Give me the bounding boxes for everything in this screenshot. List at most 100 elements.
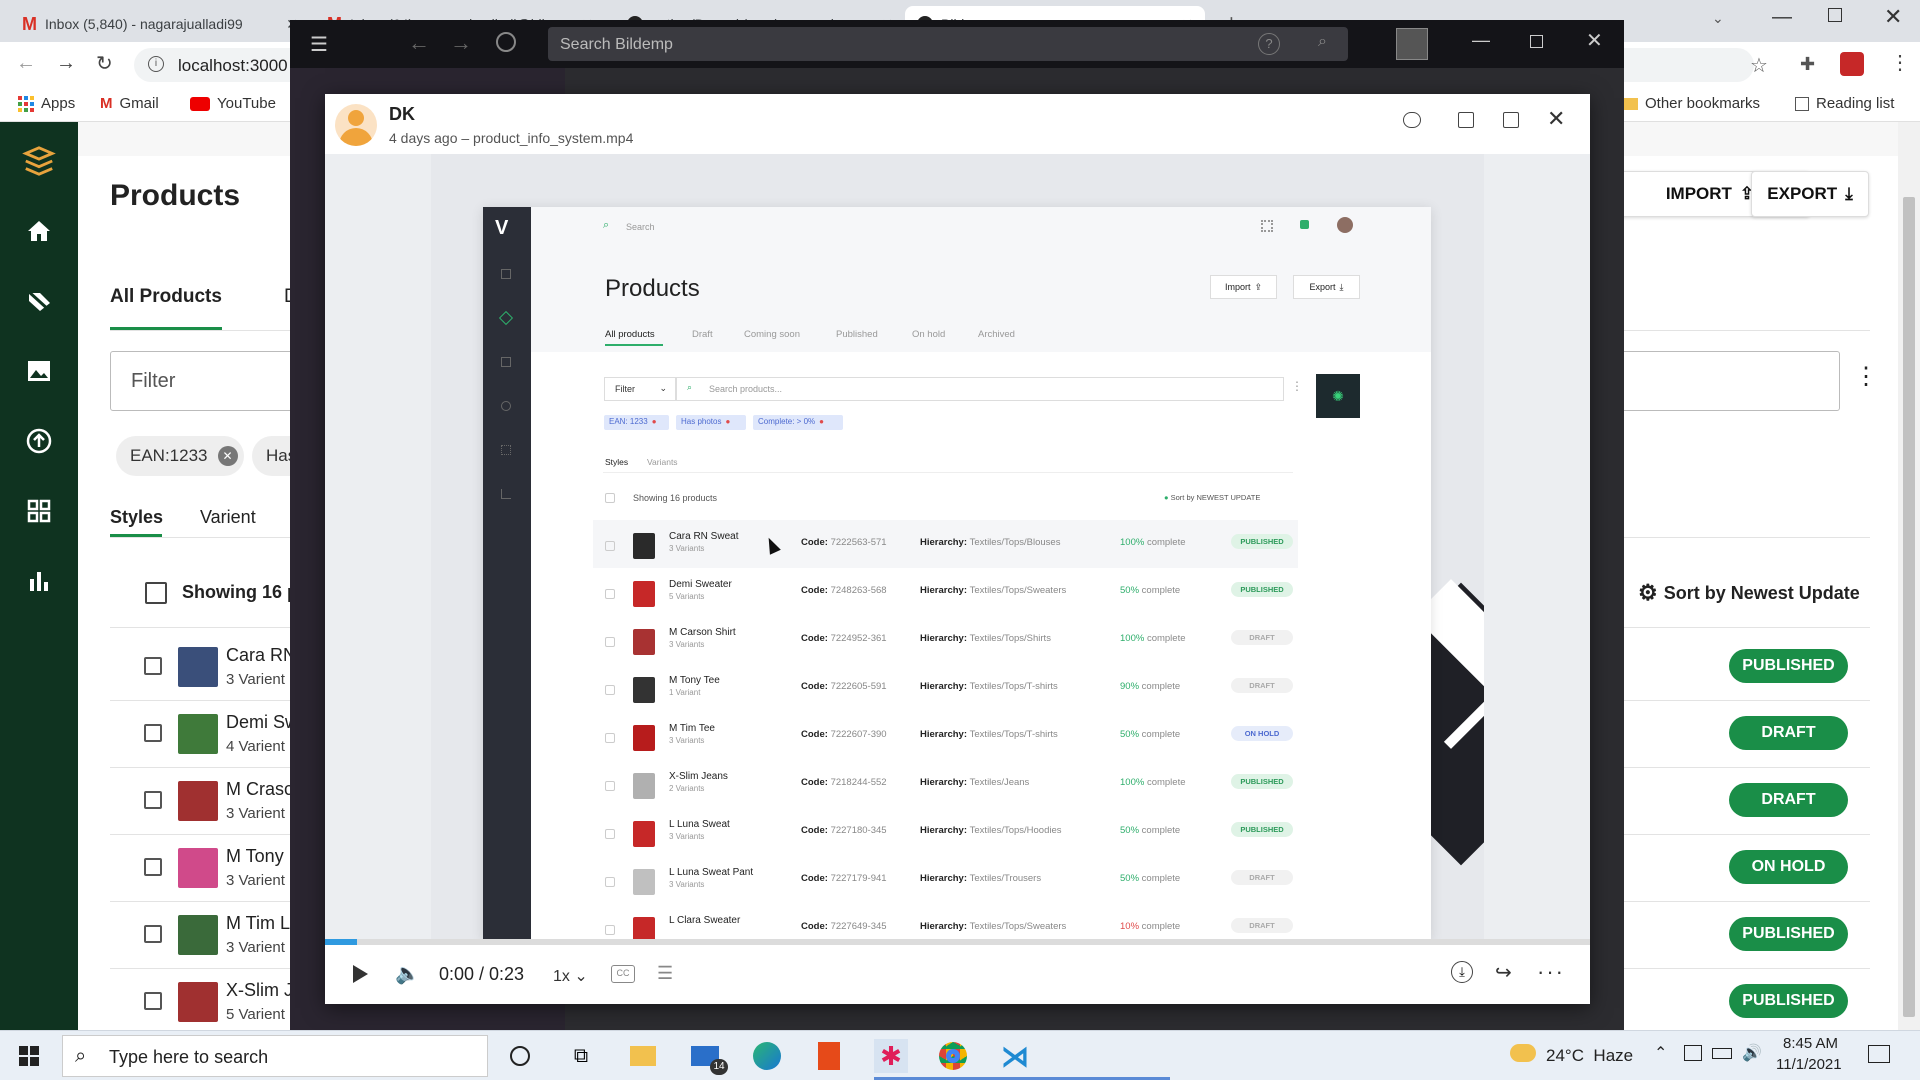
product-name[interactable]: M Tony xyxy=(226,846,284,867)
bookmark-other[interactable]: Other bookmarks xyxy=(1622,95,1760,112)
chip-remove-icon[interactable]: ✕ xyxy=(217,446,238,466)
back-button[interactable]: ← xyxy=(16,52,36,75)
speed-select[interactable]: 1x ⌄ xyxy=(553,966,588,986)
bookmark-apps[interactable]: Apps xyxy=(18,95,75,112)
taskbar-search[interactable]: ⌕ Type here to search xyxy=(62,1035,488,1077)
play-button[interactable] xyxy=(353,965,368,983)
info-icon[interactable]: i xyxy=(148,56,164,72)
network-icon[interactable] xyxy=(1684,1045,1702,1061)
task-view-icon[interactable]: ⧉ xyxy=(564,1039,598,1073)
vscode-icon[interactable]: ⋊ xyxy=(998,1039,1032,1073)
product-name[interactable]: M Crasc xyxy=(226,779,293,800)
forward-button[interactable]: → xyxy=(56,52,76,75)
help-icon[interactable]: ? xyxy=(1258,33,1280,55)
row-checkbox[interactable] xyxy=(144,724,162,742)
weather-icon[interactable] xyxy=(1510,1044,1536,1062)
bookmark-star-icon[interactable]: ☆ xyxy=(1750,53,1768,78)
bookmark-gmail[interactable]: M Gmail xyxy=(100,95,159,112)
captions-icon[interactable]: CC xyxy=(611,965,635,983)
row-checkbox[interactable] xyxy=(144,791,162,809)
chip-ean[interactable]: EAN:1233 ✕ xyxy=(116,436,244,476)
status-badge[interactable]: DRAFT xyxy=(1729,716,1848,750)
restore-window-button[interactable] xyxy=(1828,8,1842,22)
video-product-variants: 2 Variants xyxy=(669,784,705,793)
page-scrollbar[interactable] xyxy=(1898,122,1920,1030)
status-badge[interactable]: ON HOLD xyxy=(1729,850,1848,884)
status-badge[interactable]: PUBLISHED xyxy=(1729,649,1848,683)
select-all-checkbox[interactable] xyxy=(145,582,167,604)
copy-icon[interactable] xyxy=(1458,112,1474,128)
open-external-icon[interactable] xyxy=(1503,112,1519,128)
viewer-maximize-button[interactable] xyxy=(1530,35,1543,48)
start-button[interactable] xyxy=(12,1039,46,1073)
home-icon[interactable] xyxy=(22,214,56,248)
row-checkbox[interactable] xyxy=(144,858,162,876)
sort-control[interactable]: ⚙ Sort by Newest Update xyxy=(1638,580,1860,606)
subtab-varient[interactable]: Varient xyxy=(200,507,256,528)
close-window-button[interactable]: ✕ xyxy=(1884,4,1902,30)
share-icon[interactable]: ↪ xyxy=(1495,960,1512,985)
scrollbar-thumb[interactable] xyxy=(1903,197,1915,1017)
product-name[interactable]: Demi Sw xyxy=(226,712,298,733)
tab-gmail-1[interactable]: M Inbox (5,840) - nagarajualladi99 ✕ xyxy=(10,6,310,42)
notification-icon[interactable] xyxy=(1868,1045,1890,1063)
cortana-icon[interactable] xyxy=(503,1039,537,1073)
logo-icon[interactable] xyxy=(22,144,56,178)
edge-icon[interactable] xyxy=(750,1039,784,1073)
comment-icon[interactable] xyxy=(1403,112,1421,128)
more-icon[interactable]: ··· xyxy=(1537,959,1565,985)
more-options-icon[interactable]: ⋮ xyxy=(1854,362,1878,391)
product-name[interactable]: Cara RN xyxy=(226,645,296,666)
bookmark-reading-list[interactable]: Reading list xyxy=(1795,95,1894,112)
slack-icon[interactable]: ✱ xyxy=(874,1039,908,1073)
tab-search-icon[interactable]: ⌄ xyxy=(1712,10,1724,27)
image-icon[interactable] xyxy=(22,354,56,388)
minimize-window-button[interactable]: — xyxy=(1772,6,1792,29)
product-name[interactable]: X-Slim J xyxy=(226,980,293,1001)
mail-icon[interactable]: 14 xyxy=(688,1039,728,1075)
clock-time[interactable]: 8:45 AM xyxy=(1783,1035,1838,1052)
user-avatar[interactable] xyxy=(1396,28,1428,60)
row-checkbox[interactable] xyxy=(144,657,162,675)
export-button[interactable]: EXPORT ⤓ xyxy=(1751,171,1869,217)
upload-circle-icon[interactable] xyxy=(22,424,56,458)
reload-button[interactable]: ↻ xyxy=(96,51,113,76)
extensions-icon[interactable]: ✚ xyxy=(1800,54,1815,75)
tray-chevron-icon[interactable]: ⌃ xyxy=(1654,1043,1667,1063)
profile-avatar[interactable] xyxy=(1840,52,1864,76)
tab-all-products[interactable]: All Products xyxy=(110,286,222,308)
viewer-close-button[interactable]: ✕ xyxy=(1586,28,1603,53)
history-icon[interactable] xyxy=(496,32,516,52)
bar-chart-icon[interactable] xyxy=(22,564,56,598)
status-badge[interactable]: PUBLISHED xyxy=(1729,984,1848,1018)
battery-icon[interactable] xyxy=(1712,1048,1732,1059)
row-checkbox[interactable] xyxy=(144,992,162,1010)
row-checkbox[interactable] xyxy=(144,925,162,943)
status-badge[interactable]: DRAFT xyxy=(1729,783,1848,817)
forward-icon[interactable]: → xyxy=(450,30,472,56)
back-icon[interactable]: ← xyxy=(408,30,430,56)
volume-icon[interactable]: 🔈 xyxy=(395,961,420,986)
office-icon[interactable] xyxy=(812,1039,846,1073)
status-badge[interactable]: PUBLISHED xyxy=(1729,917,1848,951)
bookmark-youtube[interactable]: YouTube xyxy=(190,95,276,112)
chrome-icon[interactable] xyxy=(936,1039,970,1073)
download-icon[interactable]: ⤓ xyxy=(1451,961,1473,983)
weather-text[interactable]: 24°C Haze xyxy=(1546,1046,1633,1066)
subtab-styles[interactable]: Styles xyxy=(110,507,163,528)
viewer-search-bar[interactable]: Search Bildemp ? ⌕ xyxy=(548,27,1348,61)
dashboard-grid-icon[interactable] xyxy=(22,494,56,528)
volume-tray-icon[interactable]: 🔊 xyxy=(1742,1043,1762,1063)
hamburger-menu-icon[interactable]: ☰ xyxy=(310,32,328,57)
product-name[interactable]: M Tim L xyxy=(226,913,290,934)
video-product-variants: 3 Variants xyxy=(669,640,705,649)
search-icon[interactable]: ⌕ xyxy=(1318,33,1327,51)
tag-off-icon[interactable] xyxy=(22,284,56,318)
clock-date[interactable]: 11/1/2021 xyxy=(1776,1056,1842,1073)
transcript-icon[interactable]: ☰ xyxy=(657,963,673,984)
viewer-minimize-button[interactable]: — xyxy=(1472,30,1490,51)
file-explorer-icon[interactable] xyxy=(626,1039,660,1073)
menu-icon[interactable]: ⋮ xyxy=(1890,50,1910,75)
progress-track[interactable] xyxy=(325,939,1590,945)
dialog-close-icon[interactable]: ✕ xyxy=(1547,106,1565,132)
